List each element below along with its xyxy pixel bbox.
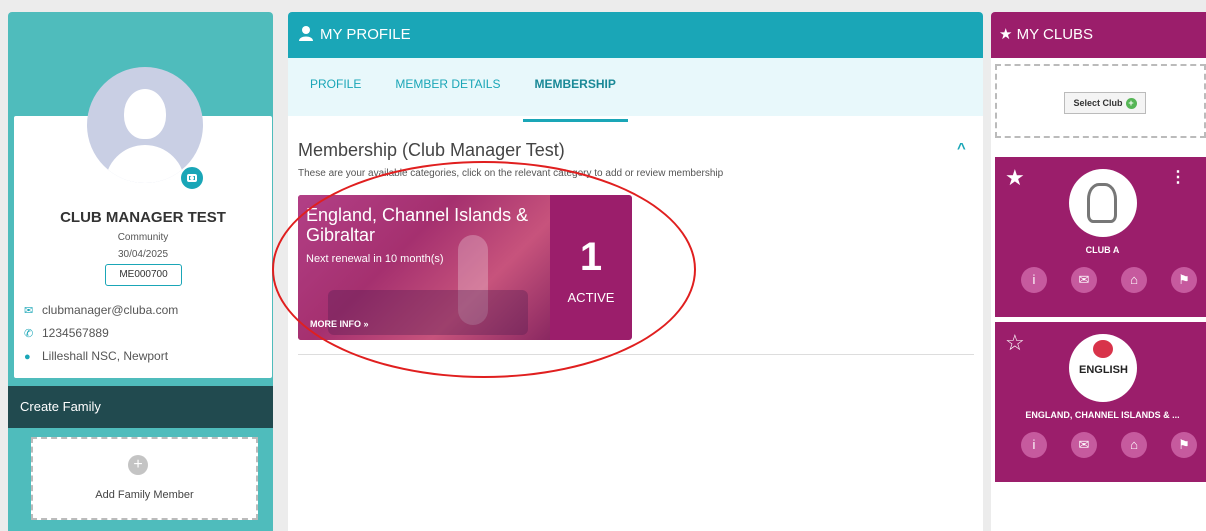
home-icon[interactable]: ⌂ (1121, 432, 1147, 458)
contact-email: ✉ clubmanager@cluba.com (24, 303, 178, 317)
plus-icon: + (128, 455, 148, 475)
more-options-icon[interactable]: ⋮ (1170, 167, 1186, 187)
my-clubs-title: MY CLUBS (1016, 26, 1094, 43)
address-text: Lilleshall NSC, Newport (42, 349, 169, 363)
club-card-england[interactable]: ☆ ENGLISH ENGLAND, CHANNEL ISLANDS & ...… (995, 322, 1206, 482)
phone-icon: ✆ (24, 328, 34, 340)
create-family-header: Create Family (8, 386, 273, 428)
divider (298, 354, 974, 355)
my-profile-title: MY PROFILE (320, 26, 411, 43)
profile-tabs: PROFILE MEMBER DETAILS MEMBERSHIP (288, 58, 983, 122)
my-clubs-panel: ★ MY CLUBS Select Club + ★ ⋮ CLUB A i ✉ ⌂… (991, 12, 1206, 531)
membership-count: 1 (579, 235, 603, 279)
favorite-star-filled-icon[interactable]: ★ (1005, 165, 1025, 191)
membership-status: ACTIVE (567, 290, 615, 305)
tab-profile[interactable]: PROFILE (298, 58, 373, 116)
tab-member-details[interactable]: MEMBER DETAILS (383, 58, 512, 116)
tab-membership[interactable]: MEMBERSHIP (522, 58, 629, 122)
user-icon (299, 26, 313, 41)
club-name: CLUB A (1085, 245, 1120, 255)
change-photo-button[interactable] (179, 165, 205, 191)
club-card-club-a[interactable]: ★ ⋮ CLUB A i ✉ ⌂ ⚑ (995, 157, 1206, 317)
camera-icon (187, 174, 197, 182)
left-column: CLUB MANAGER TEST Community 30/04/2025 M… (0, 0, 280, 531)
membership-title: Membership (Club Manager Test) (298, 140, 565, 160)
select-club-button[interactable]: Select Club + (1064, 92, 1146, 114)
avatar-head (124, 89, 166, 139)
contact-phone: ✆ 1234567889 (24, 326, 109, 340)
my-profile-header: MY PROFILE (288, 12, 983, 58)
info-icon[interactable]: i (1021, 267, 1047, 293)
home-icon[interactable]: ⌂ (1121, 267, 1147, 293)
membership-card[interactable]: England, Channel Islands & Gibraltar Nex… (298, 195, 632, 340)
rose-icon (1093, 340, 1113, 358)
profile-name: CLUB MANAGER TEST (60, 209, 226, 226)
location-pin-icon: ● (24, 351, 31, 363)
more-info-link[interactable]: MORE INFO » (310, 319, 369, 329)
collapse-chevron-icon[interactable]: ^ (957, 140, 966, 157)
contact-address: ● Lilleshall NSC, Newport (24, 349, 168, 363)
club-a-logo (1069, 169, 1137, 237)
star-icon: ★ (999, 26, 1013, 43)
club-actions: i ✉ ⌂ ⚑ (1021, 267, 1197, 293)
select-club-area: Select Club + (995, 64, 1206, 138)
membership-name: England, Channel Islands & Gibraltar (306, 205, 529, 245)
my-clubs-header: ★ MY CLUBS (991, 12, 1206, 58)
avatar-body (105, 145, 185, 183)
add-family-member-button[interactable]: + Add Family Member (31, 437, 258, 520)
phone-text: 1234567889 (42, 326, 109, 340)
profile-type: Community (117, 232, 169, 243)
envelope-icon: ✉ (24, 305, 34, 317)
logo-text: ENGLISH (1079, 364, 1128, 376)
select-club-label: Select Club (1073, 98, 1123, 108)
membership-subtitle: These are your available categories, cli… (298, 168, 724, 179)
membership-renewal: Next renewal in 10 month(s) (306, 253, 444, 265)
mail-icon[interactable]: ✉ (1071, 432, 1097, 458)
member-card-icon[interactable]: ⚑ (1171, 267, 1197, 293)
gymnast-figure-icon (1087, 183, 1117, 223)
member-id-badge: ME000700 (105, 264, 182, 286)
add-circle-icon: + (1125, 98, 1137, 110)
info-icon[interactable]: i (1021, 432, 1047, 458)
mail-icon[interactable]: ✉ (1071, 267, 1097, 293)
profile-date: 30/04/2025 (117, 249, 169, 260)
member-card-icon[interactable]: ⚑ (1171, 432, 1197, 458)
club-actions: i ✉ ⌂ ⚑ (1021, 432, 1197, 458)
email-text: clubmanager@cluba.com (42, 303, 179, 317)
add-family-member-label: Add Family Member (95, 489, 194, 501)
favorite-star-outline-icon[interactable]: ☆ (1005, 330, 1025, 356)
club-name: ENGLAND, CHANNEL ISLANDS & ... (1025, 410, 1180, 420)
english-gymnastics-logo: ENGLISH (1069, 334, 1137, 402)
my-profile-panel: MY PROFILE PROFILE MEMBER DETAILS MEMBER… (288, 12, 983, 531)
